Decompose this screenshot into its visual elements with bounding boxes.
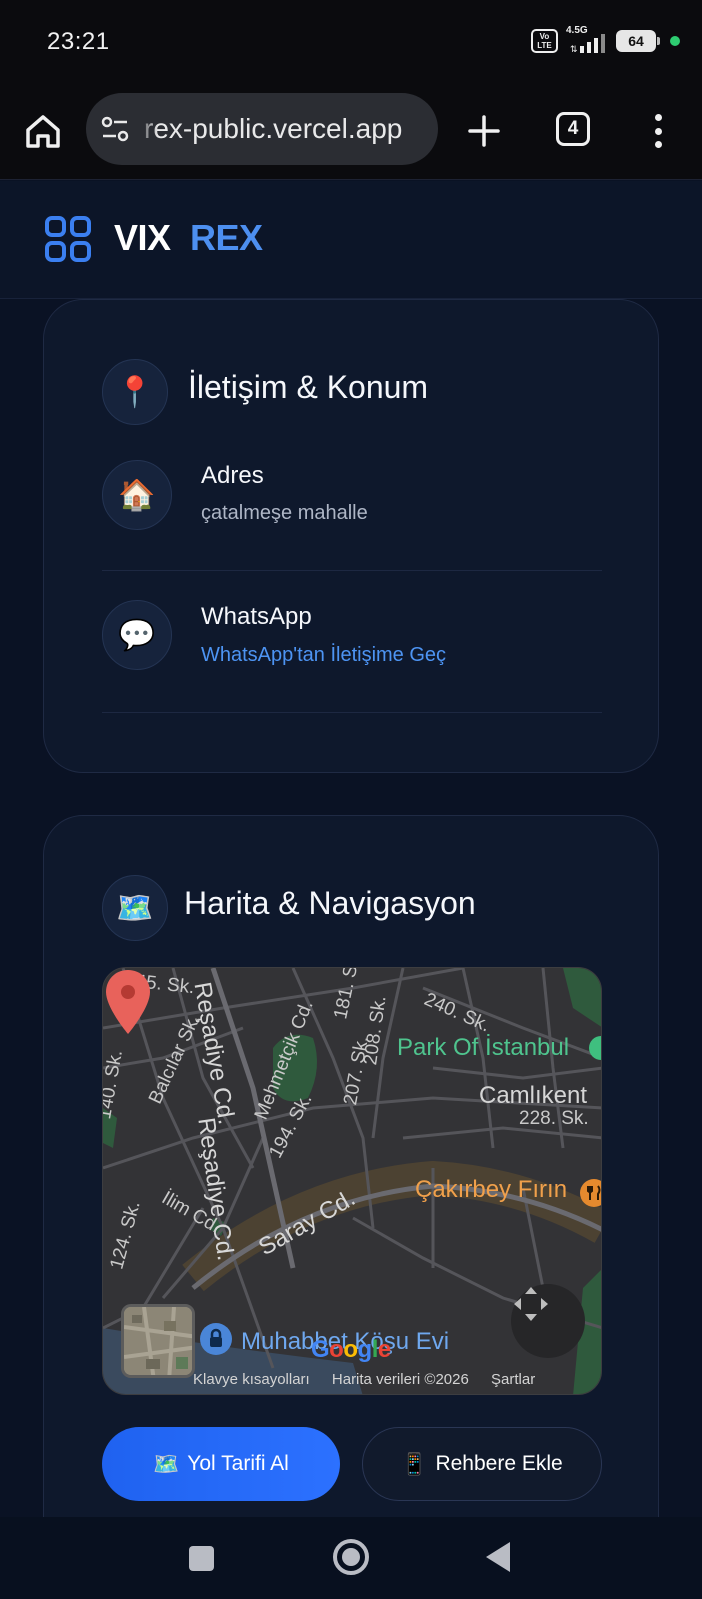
lock-place-icon — [200, 1323, 232, 1355]
system-navigation-bar — [0, 1517, 702, 1599]
volte-icon: Vo LTE — [531, 29, 558, 53]
battery-icon: 64 — [616, 30, 660, 52]
brand-name: VIX — [114, 217, 171, 258]
home-icon[interactable] — [22, 110, 64, 152]
grid-logo-icon[interactable] — [44, 215, 92, 263]
keyboard-shortcuts-link[interactable]: Klavye kısayolları — [193, 1371, 310, 1388]
add-to-contacts-button[interactable]: 📱 Rehbere Ekle — [362, 1427, 602, 1501]
browser-toolbar: rex-public.vercel.app 4 — [0, 86, 702, 180]
whatsapp-link[interactable]: WhatsApp'tan İletişime Geç — [201, 644, 446, 667]
add-to-contacts-label: Rehbere Ekle — [435, 1452, 563, 1475]
site-settings-icon[interactable] — [100, 115, 130, 143]
phone-screen: 23:21 Vo LTE 4.5G ⇅ 64 rex-public.vercel… — [0, 0, 702, 1599]
status-bar: 23:21 Vo LTE 4.5G ⇅ 64 — [0, 0, 702, 86]
house-icon: 🏠 — [102, 460, 172, 530]
app-header: VIX REX — [0, 181, 702, 299]
speech-bubble-icon: 💬 — [102, 600, 172, 670]
map-icon: 🗺️ — [102, 875, 168, 941]
terms-link[interactable]: Şartlar — [491, 1371, 535, 1388]
map-card-title: Harita & Navigasyon — [184, 885, 476, 921]
brand-name-accent: REX — [190, 217, 263, 258]
home-button[interactable] — [333, 1539, 369, 1575]
divider — [102, 712, 602, 713]
recenter-icon[interactable] — [511, 1284, 585, 1358]
tab-switcher-icon[interactable]: 4 — [556, 112, 590, 146]
map-place-label[interactable]: Park Of İstanbul — [397, 1034, 569, 1062]
recents-button[interactable] — [189, 1546, 214, 1571]
phone-icon: 📱 — [401, 1451, 428, 1476]
url-text: rex-public.vercel.app — [144, 113, 403, 144]
get-directions-label: Yol Tarifi Al — [187, 1452, 289, 1475]
battery-level: 64 — [628, 33, 644, 49]
tab-count: 4 — [567, 118, 579, 139]
map-data-text: Harita verileri ©2026 — [331, 1371, 469, 1388]
map-attribution: Klavye kısayolları Harita verileri ©2026… — [193, 1371, 553, 1388]
menu-dots-icon[interactable] — [640, 110, 676, 152]
location-pin-icon: 📍 — [102, 359, 168, 425]
park-marker-icon — [589, 1036, 601, 1060]
new-tab-plus-icon[interactable] — [463, 110, 505, 152]
location-marker-icon[interactable] — [103, 968, 153, 1036]
google-logo: Google — [311, 1336, 391, 1363]
map-card: 🗺️ Harita & Navigasyon 145. Sk. Reşadiye… — [43, 815, 659, 1535]
signal-icon: 4.5G ⇅ — [566, 25, 608, 55]
embedded-map[interactable]: 145. Sk. Reşadiye Cd. Mehmetçik Cd. 181.… — [102, 967, 602, 1395]
privacy-indicator-dot — [670, 36, 680, 46]
address-bar[interactable]: rex-public.vercel.app — [86, 93, 438, 165]
divider — [102, 570, 602, 571]
address-value: çatalmeşe mahalle — [201, 502, 368, 524]
map-icon: 🗺️ — [153, 1451, 180, 1476]
contact-card: 📍 İletişim & Konum 🏠 Adres çatalmeşe mah… — [43, 299, 659, 773]
status-icons: Vo LTE 4.5G ⇅ 64 — [531, 25, 680, 56]
status-time: 23:21 — [47, 28, 110, 55]
restaurant-icon — [580, 1179, 601, 1207]
address-label: Adres — [201, 462, 264, 489]
contact-card-title: İletişim & Konum — [188, 369, 429, 405]
back-button[interactable] — [486, 1542, 510, 1572]
get-directions-button[interactable]: 🗺️ Yol Tarifi Al — [102, 1427, 340, 1501]
map-place-label[interactable]: Çakırbey Fırın — [415, 1176, 567, 1204]
whatsapp-label: WhatsApp — [201, 603, 312, 630]
map-street-label: 228. Sk. — [519, 1108, 589, 1129]
map-layer-toggle[interactable] — [121, 1304, 195, 1378]
map-place-label[interactable]: Camlıkent — [479, 1082, 587, 1110]
